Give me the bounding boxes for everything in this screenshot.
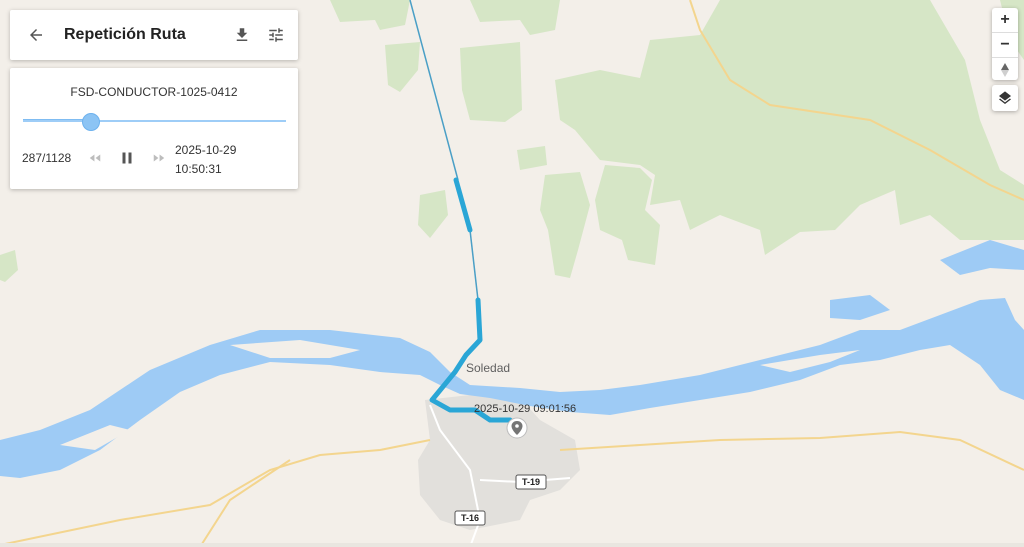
zoom-out-button[interactable]: − (992, 33, 1018, 57)
rewind-icon[interactable] (86, 151, 104, 165)
zoom-in-button[interactable]: + (992, 8, 1018, 32)
town-label: Soledad (466, 361, 510, 375)
playback-panel: FSD-CONDUCTOR-1025-0412 287/1128 2025-10… (10, 68, 298, 189)
tune-sliders-icon[interactable] (264, 23, 288, 47)
arrow-left-icon[interactable] (24, 23, 48, 47)
playback-slider[interactable] (23, 113, 286, 131)
zoom-controls: + − (992, 8, 1018, 80)
playback-date: 2025-10-29 (175, 143, 237, 157)
start-timestamp-label: 2025-10-29 09:01:56 (474, 403, 576, 415)
slider-track-progress (23, 119, 89, 120)
svg-text:T-19: T-19 (522, 477, 540, 487)
slider-track (23, 120, 286, 122)
road-shield-t16: T-16 (454, 510, 486, 526)
page-title: Repetición Ruta (64, 26, 186, 43)
playback-time: 10:50:31 (175, 162, 222, 176)
pause-icon[interactable] (118, 151, 136, 165)
device-name: FSD-CONDUCTOR-1025-0412 (70, 85, 238, 99)
bottom-bar (0, 543, 1024, 547)
layers-icon[interactable] (992, 85, 1018, 111)
compass-icon[interactable] (992, 58, 1018, 82)
playback-datetime: 2025-10-29 10:50:31 (175, 141, 236, 179)
location-pin-icon[interactable] (506, 417, 528, 439)
download-icon[interactable] (230, 23, 254, 47)
position-counter: 287/1128 (22, 151, 72, 165)
road-shield-t19: T-19 (515, 474, 547, 490)
slider-thumb[interactable] (81, 113, 100, 131)
route-replay-header: Repetición Ruta (10, 10, 298, 60)
svg-text:T-16: T-16 (461, 513, 479, 523)
fast-forward-icon[interactable] (150, 151, 168, 165)
